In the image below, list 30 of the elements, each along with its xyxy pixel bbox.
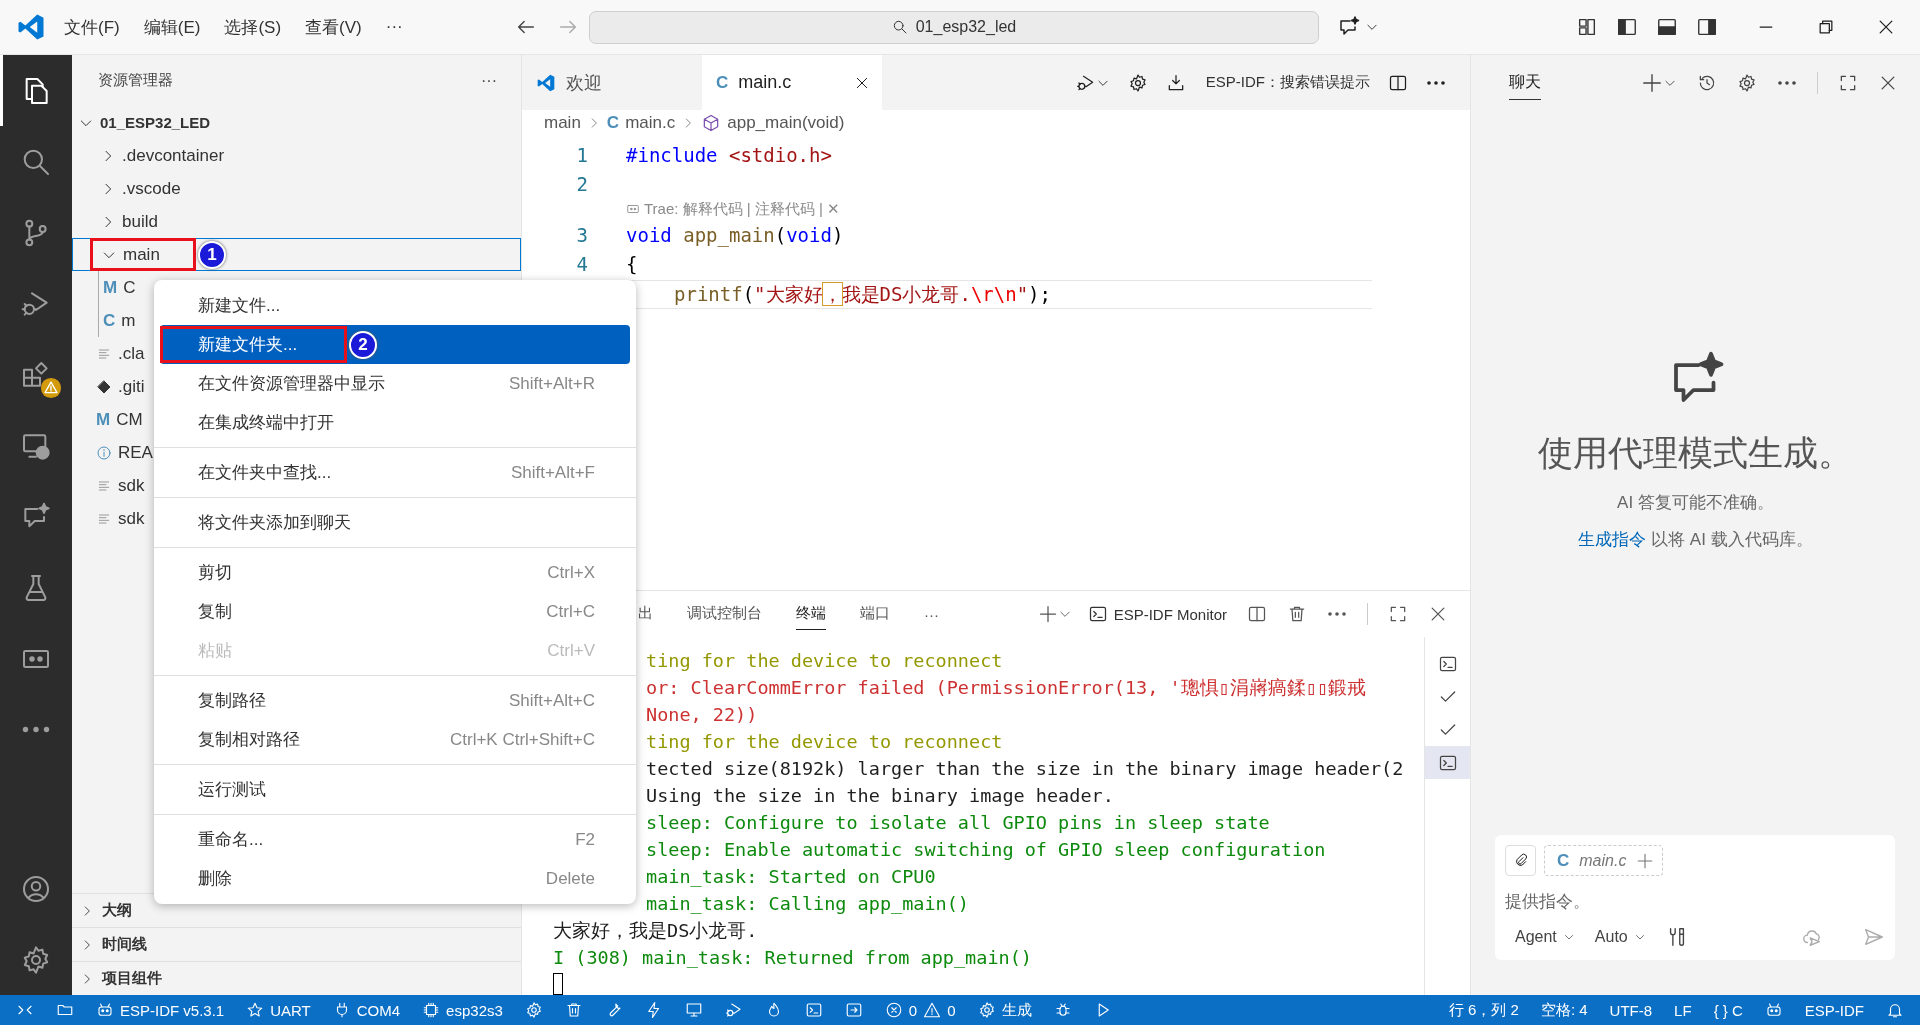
sidebar-title: 资源管理器 bbox=[98, 71, 173, 90]
code-line: #include <stdio.h> bbox=[626, 143, 832, 166]
terminal-line: None, 22)) bbox=[646, 703, 758, 727]
code-line: { bbox=[626, 252, 638, 275]
terminal-line: Using the size in the binary image header. bbox=[646, 784, 1114, 808]
terminal-line: tected size(8192k) larger than the size in the binary image header(2 bbox=[646, 757, 1404, 781]
file-type-icon: C bbox=[103, 310, 116, 331]
file-type-icon: C bbox=[716, 72, 729, 93]
terminal-line: main_task: Calling app_main() bbox=[646, 892, 969, 916]
file-type-icon: C bbox=[606, 112, 620, 133]
terminal-line: main_task: Started on CPU0 bbox=[646, 865, 936, 889]
file-type-icon: M bbox=[103, 277, 118, 298]
terminal-line: ting for the device to reconnect bbox=[646, 730, 1003, 754]
terminal-line: sleep: Enable automatic switching of GPIO sleep configuration bbox=[646, 838, 1326, 862]
file-type-icon: C bbox=[1557, 850, 1570, 871]
line-number: 4 bbox=[576, 252, 588, 275]
terminal-line: sleep: Configure to isolate all GPIO pins in sleep state bbox=[646, 811, 1270, 835]
terminal-line: 大家好，我是DS小龙哥. bbox=[553, 919, 758, 943]
code-line: void app_main(void) bbox=[626, 223, 844, 246]
file-type-icon: M bbox=[96, 409, 111, 430]
terminal-line: or: ClearCommError failed (PermissionError(13, '璁惧▯涓嶈瘑鍒▯▯鍛戒 bbox=[646, 676, 1367, 700]
terminal-line: ting for the device to reconnect bbox=[646, 649, 1003, 673]
line-number: 2 bbox=[576, 172, 588, 195]
chat-hint: 以将 AI 载入代码库。 bbox=[1650, 529, 1813, 551]
line-number: 1 bbox=[576, 143, 588, 166]
chat-disclaimer: AI 答复可能不准确。 bbox=[1617, 492, 1774, 514]
code-line: printf("大家好，我是DS小龙哥.\r\n"); bbox=[674, 281, 1051, 307]
line-number: 3 bbox=[576, 223, 588, 246]
terminal-line: I (308) main_task: Returned from app_main() bbox=[553, 946, 1032, 970]
chat-heading: 使用代理模式生成。 bbox=[1538, 432, 1853, 474]
